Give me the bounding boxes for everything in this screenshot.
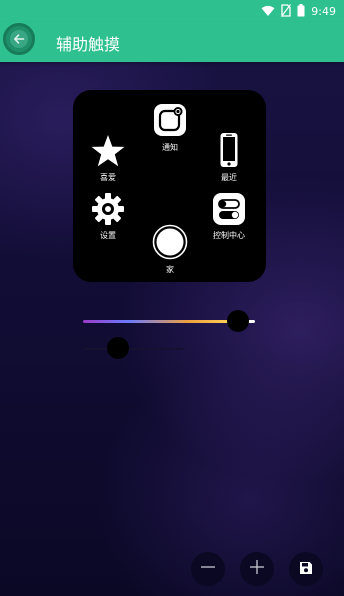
app-bar: 辅助触摸 [0, 22, 344, 62]
menu-item-label: 家 [166, 265, 174, 274]
wifi-icon [261, 2, 275, 21]
opacity-slider-track [83, 348, 183, 350]
opacity-slider[interactable] [83, 337, 183, 359]
minus-icon [200, 559, 216, 579]
arrow-left-icon [10, 30, 28, 48]
menu-item-notification[interactable]: 通知 [152, 103, 188, 153]
menu-item-label: 通知 [162, 143, 178, 152]
minus-button[interactable] [191, 552, 225, 586]
back-button[interactable] [3, 23, 35, 55]
menu-item-home[interactable]: 家 [151, 224, 189, 275]
menu-item-control-center[interactable]: 控制中心 [209, 192, 249, 241]
color-slider-track [83, 320, 233, 323]
phone-icon [219, 132, 239, 172]
page-title: 辅助触摸 [56, 35, 121, 54]
notification-icon [153, 103, 187, 141]
star-icon [90, 134, 126, 172]
menu-item-label: 设置 [100, 231, 116, 240]
save-icon [299, 560, 313, 579]
plus-icon [249, 559, 265, 579]
status-bar: 9:49 [0, 0, 344, 22]
color-slider[interactable] [83, 310, 255, 332]
menu-item-favorites[interactable]: 喜爱 [89, 134, 127, 183]
color-slider-thumb[interactable] [226, 310, 249, 332]
home-circle-icon [152, 224, 188, 264]
menu-item-settings[interactable]: 设置 [90, 192, 126, 241]
menu-item-label: 最近 [221, 173, 237, 182]
status-time: 9:49 [311, 4, 336, 18]
save-button[interactable] [289, 552, 323, 586]
opacity-slider-thumb[interactable] [107, 337, 129, 359]
plus-button[interactable] [240, 552, 274, 586]
menu-item-label: 喜爱 [100, 173, 116, 182]
gear-icon [91, 192, 125, 230]
assistive-menu-panel: 通知 喜爱 最近 设置 控制中心 家 [73, 90, 266, 282]
menu-item-label: 控制中心 [213, 231, 245, 240]
no-sim-icon [281, 2, 292, 21]
status-icons: 9:49 [261, 3, 336, 19]
menu-item-recent[interactable]: 最近 [213, 132, 245, 183]
toggle-icon [212, 192, 246, 230]
battery-icon [297, 2, 305, 21]
